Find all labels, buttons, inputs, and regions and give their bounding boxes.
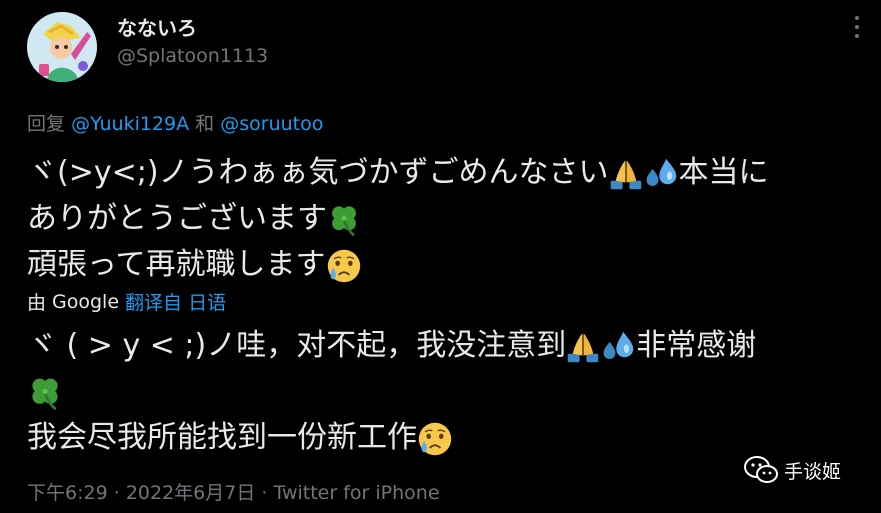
- tweet-time[interactable]: 下午6:29: [27, 482, 108, 504]
- translated-line-3-text: 我会尽我所能找到一份新工作: [27, 420, 417, 455]
- sweat-droplets-emoji: [643, 157, 679, 191]
- folded-hands-emoji: [609, 157, 643, 191]
- tweet-line-1-text: ヾ(>y<;)ノうわぁぁ気づかずごめんなさい: [27, 155, 609, 190]
- author-handle[interactable]: @Splatoon1113: [117, 45, 268, 67]
- translated-line-2: [27, 369, 867, 415]
- reply-context: 回复 @Yuuki129A 和 @soruutoo: [27, 109, 323, 136]
- translation-attribution: 由 Google 翻译自 日语: [27, 288, 226, 315]
- tweet-line-1: ヾ(>y<;)ノうわぁぁ気づかずごめんなさい 本当に: [27, 150, 867, 196]
- meta-separator: ·: [261, 482, 268, 504]
- tweet-meta: 下午6:29 · 2022年6月7日 · Twitter for iPhone: [27, 478, 440, 505]
- author-display-name[interactable]: なないろ: [117, 12, 197, 41]
- reply-mention-1[interactable]: @Yuuki129A: [71, 113, 189, 135]
- tweet-line-1-tail: 本当に: [678, 155, 769, 190]
- more-icon[interactable]: [850, 16, 864, 38]
- crying-face-emoji: [417, 421, 453, 457]
- google-logo: Google: [52, 290, 120, 313]
- avatar[interactable]: [27, 12, 97, 82]
- tweet-line-2-text: ありがとうございます: [27, 201, 327, 236]
- tweet-text: ヾ(>y<;)ノうわぁぁ気づかずごめんなさい 本当に ありがとうございます 頑張っ…: [27, 150, 867, 288]
- translated-line-1-tail: 非常感谢: [636, 328, 757, 363]
- translated-from-link[interactable]: 翻译自 日语: [125, 288, 226, 315]
- four-leaf-clover-emoji: [327, 203, 361, 237]
- tweet-source: Twitter for iPhone: [273, 482, 440, 504]
- crying-face-emoji: [326, 248, 362, 284]
- watermark: 手谈姬: [744, 455, 841, 485]
- sweat-droplets-emoji: [600, 330, 636, 364]
- tweet-line-3-text: 頑張って再就職します: [27, 247, 326, 282]
- translation-by-label: 由: [27, 292, 47, 314]
- translated-line-1-text: ヾ ( > y < ;)ノ哇，对不起，我没注意到: [27, 328, 567, 363]
- meta-separator: ·: [113, 482, 120, 504]
- reply-mention-2[interactable]: @soruutoo: [220, 113, 323, 135]
- translated-line-3: 我会尽我所能找到一份新工作: [27, 415, 867, 461]
- reply-prefix: 回复: [27, 113, 66, 135]
- tweet-line-2: ありがとうございます: [27, 196, 867, 242]
- tweet-date[interactable]: 2022年6月7日: [126, 482, 256, 504]
- four-leaf-clover-emoji: [27, 375, 63, 411]
- wechat-icon: [744, 456, 778, 483]
- reply-conjunction: 和: [195, 113, 215, 135]
- tweet-line-3: 頑張って再就職します: [27, 242, 867, 288]
- translated-line-1: ヾ ( > y < ;)ノ哇，对不起，我没注意到 非常感谢: [27, 323, 867, 369]
- watermark-label: 手谈姬: [784, 460, 842, 483]
- translated-text: ヾ ( > y < ;)ノ哇，对不起，我没注意到 非常感谢 我会尽我所能找到一份新…: [27, 323, 867, 461]
- folded-hands-emoji: [566, 330, 600, 364]
- avatar-image: [27, 12, 97, 82]
